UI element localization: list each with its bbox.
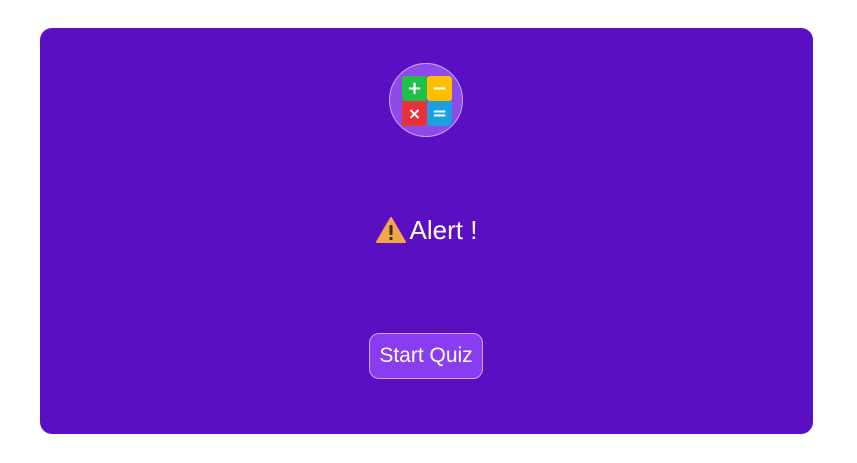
plus-symbol: + — [407, 78, 422, 99]
calculator-operators-icon: + − × = — [402, 76, 452, 126]
times-symbol: × — [408, 104, 421, 123]
quiz-card: + − × = Alert ! Start Quiz — [40, 28, 813, 434]
equals-symbol: = — [432, 103, 447, 124]
app-logo: + − × = — [389, 63, 463, 137]
start-quiz-button[interactable]: Start Quiz — [369, 333, 483, 379]
alert-title: Alert ! — [409, 215, 478, 245]
warning-icon — [375, 217, 406, 243]
alert-heading: Alert ! — [40, 214, 813, 246]
minus-symbol: − — [432, 78, 447, 99]
